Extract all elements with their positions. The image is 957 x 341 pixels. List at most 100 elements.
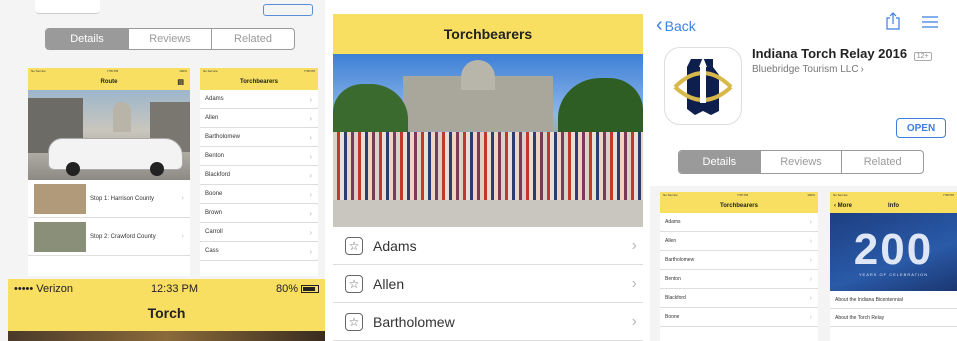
status-carrier: ••••• Verizon <box>14 283 74 295</box>
group-photo <box>333 54 643 227</box>
torchbearers-screenshot: No Service 7:58 PM 100% Torchbearers Ada… <box>660 192 818 341</box>
list-item[interactable]: Adams › <box>660 213 818 232</box>
nav-bar: Route ▤ <box>28 74 190 90</box>
county-name: Carroll <box>205 229 223 235</box>
chevron-right-icon: › <box>309 227 312 237</box>
chevron-left-icon: ‹ <box>656 14 663 36</box>
chevron-right-icon: › <box>809 313 812 321</box>
battery-indicator: 80% <box>276 283 319 295</box>
chevron-right-icon: › <box>809 294 812 302</box>
list-item[interactable]: Blackford › <box>660 289 818 308</box>
chevron-right-icon: › <box>309 94 312 104</box>
chevron-right-icon: › <box>309 132 312 142</box>
tab-details[interactable]: Details <box>679 151 760 173</box>
list-item[interactable]: Benton › <box>200 147 318 166</box>
tab-reviews[interactable]: Reviews <box>128 29 211 49</box>
list-item[interactable]: Brown › <box>200 204 318 223</box>
developer-name: Bluebridge Tourism LLC <box>752 64 859 75</box>
nav-title: Torchbearers <box>443 26 533 42</box>
status-time: 12:33 PM <box>150 283 199 295</box>
list-item[interactable]: Cass › <box>200 242 318 261</box>
chevron-right-icon: › <box>309 208 312 218</box>
list-item[interactable]: Bartholomew › <box>200 128 318 147</box>
tab-details[interactable]: Details <box>46 29 128 49</box>
battery-icon <box>300 285 319 293</box>
info-screenshot: No Service 7:58 PM ‹ More Info 200 YEARS… <box>830 192 957 341</box>
chevron-right-icon: › <box>309 170 312 180</box>
star-icon[interactable]: ☆ <box>345 312 363 331</box>
list-item[interactable]: Blackford › <box>200 166 318 185</box>
age-rating-badge: 12+ <box>913 52 932 61</box>
status-carrier: No Service <box>31 69 46 73</box>
status-carrier: No Service <box>663 193 678 197</box>
list-item[interactable]: Adams › <box>200 90 318 109</box>
route-screenshot: No Service 7:58 PM 100% Route ▤ Stop 1: … <box>28 68 190 276</box>
chevron-right-icon: › <box>631 274 637 292</box>
status-carrier: No Service <box>203 69 218 73</box>
open-button[interactable]: OPEN <box>896 118 946 138</box>
list-item[interactable]: Carroll › <box>200 223 318 242</box>
more-button[interactable]: ‹ More <box>834 203 852 209</box>
app-name-text: Indiana Torch Relay 2016 <box>752 46 908 61</box>
list-item[interactable]: Allen › <box>200 109 318 128</box>
list-item[interactable]: Allen › <box>660 232 818 251</box>
developer-link[interactable]: Bluebridge Tourism LLC › <box>752 64 864 75</box>
back-button[interactable]: ‹ Back <box>656 14 696 37</box>
county-name: Bartholomew <box>373 313 455 330</box>
share-icon[interactable] <box>886 12 900 30</box>
stop-label: Stop 1: Harrison County <box>90 195 155 202</box>
county-name: Adams <box>373 237 417 254</box>
screenshots-strip: No Service 7:58 PM 100% Torchbearers Ada… <box>650 186 957 341</box>
tab-reviews[interactable]: Reviews <box>759 151 842 173</box>
car-wheel <box>66 162 80 176</box>
nav-bar: Torchbearers <box>200 74 318 90</box>
county-name: Adams <box>205 96 224 102</box>
chevron-right-icon: › <box>809 256 812 264</box>
list-item[interactable]: Boone › <box>200 185 318 204</box>
screenshot-panel-2: Torchbearers ☆ Adams › ☆ Allen › ☆ Bartholomew › <box>333 0 643 341</box>
pavement <box>333 200 643 227</box>
torch-screenshot: ••••• Verizon 12:33 PM 80% Torch <box>8 279 325 341</box>
top-partial-button[interactable] <box>263 4 313 16</box>
status-battery: 100% <box>807 193 815 197</box>
county-list: Adams › Allen › Bartholomew › Benton › Blackford… <box>660 213 818 327</box>
county-name: Benton <box>665 276 681 282</box>
app-name: Indiana Torch Relay 2016 12+ <box>752 46 932 61</box>
car-wheel <box>150 162 164 176</box>
tab-related[interactable]: Related <box>841 151 923 173</box>
star-icon[interactable]: ☆ <box>345 274 363 293</box>
segmented-tabs[interactable]: Details Reviews Related <box>678 150 924 174</box>
list-item[interactable]: ☆ Adams › <box>333 227 643 265</box>
list-item[interactable]: About the Indiana Bicentennial <box>830 291 957 309</box>
list-item[interactable]: About the Torch Relay <box>830 309 957 327</box>
list-item[interactable]: Boone › <box>660 308 818 327</box>
torchbearers-screenshot: No Service 7:58 PM Torchbearers Adams › Al… <box>200 68 318 276</box>
list-item[interactable]: ☆ Bartholomew › <box>333 303 643 341</box>
star-icon[interactable]: ☆ <box>345 236 363 255</box>
list-icon[interactable] <box>922 15 938 28</box>
list-item[interactable]: Stop 1: Harrison County › <box>28 180 190 218</box>
county-name: Adams <box>665 219 681 225</box>
status-time: 7:58 PM <box>106 69 119 73</box>
capitol-dome <box>113 102 131 132</box>
list-item[interactable]: Benton › <box>660 270 818 289</box>
nav-bar: ‹ More Info <box>830 198 957 213</box>
back-label: Back <box>664 17 696 34</box>
list-item[interactable]: Bartholomew › <box>660 251 818 270</box>
segmented-tabs[interactable]: Details Reviews Related <box>45 28 295 50</box>
nav-title: Route <box>100 79 118 85</box>
list-item[interactable]: Stop 2: Crawford County › <box>28 218 190 256</box>
photo-strip <box>8 331 325 341</box>
status-bar: ••••• Verizon 12:33 PM 80% <box>8 279 325 299</box>
bicentennial-banner: 200 YEARS OF CELEBRATION <box>830 213 957 291</box>
county-list: Adams › Allen › Bartholomew › Benton › Blackford… <box>200 90 318 261</box>
chevron-right-icon: › <box>631 236 637 254</box>
nav-title: Torchbearers <box>240 79 278 85</box>
indiana-torch-logo <box>673 57 733 115</box>
list-item[interactable]: ☆ Allen › <box>333 265 643 303</box>
map-icon[interactable]: ▤ <box>177 78 184 86</box>
status-battery: 100% <box>179 69 187 73</box>
tab-related[interactable]: Related <box>211 29 294 49</box>
county-name: Allen <box>205 115 219 121</box>
chevron-right-icon: › <box>181 233 184 240</box>
